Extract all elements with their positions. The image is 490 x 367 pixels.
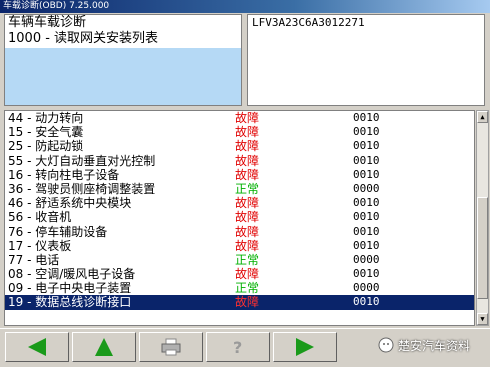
module-status: 故障	[235, 139, 260, 154]
header-blue-area	[5, 48, 241, 105]
module-name: 76 - 停车辅助设备	[8, 224, 108, 239]
module-status: 故障	[235, 153, 260, 168]
module-status: 故障	[235, 210, 260, 225]
header-info-panel: 车辆车载诊断 1000 - 读取网关安装列表	[4, 14, 242, 106]
module-status: 正常	[235, 281, 260, 296]
table-row[interactable]: 25 - 防起动锁 故障 0010	[5, 139, 474, 153]
table-row[interactable]: 77 - 电话 正常 0000	[5, 253, 474, 267]
header-title: 车辆车载诊断	[8, 15, 87, 30]
module-code: 0010	[353, 210, 380, 224]
module-name: 16 - 转向柱电子设备	[8, 167, 120, 182]
table-row[interactable]: 76 - 停车辅助设备 故障 0010	[5, 225, 474, 239]
module-code: 0010	[353, 267, 380, 281]
table-row[interactable]: 09 - 电子中央电子装置 正常 0000	[5, 281, 474, 295]
module-status: 故障	[235, 238, 260, 253]
arrow-up-icon	[95, 338, 113, 356]
vin-panel: LFV3A23C6A3012271	[247, 14, 485, 106]
watermark: 楚安汽车资料	[378, 335, 470, 355]
scroll-down-icon[interactable]: ▼	[477, 313, 488, 325]
module-name: 46 - 舒适系统中央模块	[8, 196, 132, 211]
table-row[interactable]: 46 - 舒适系统中央模块 故障 0010	[5, 196, 474, 210]
scroll-up-icon[interactable]: ▲	[477, 111, 488, 123]
module-code: 0010	[353, 153, 380, 167]
module-status: 正常	[235, 252, 260, 267]
module-code: 0010	[353, 167, 380, 181]
module-name: 77 - 电话	[8, 252, 60, 267]
table-row[interactable]: 15 - 安全气囊 故障 0010	[5, 125, 474, 139]
table-row[interactable]: 08 - 空调/暖风电子设备 故障 0010	[5, 267, 474, 281]
vin-number: LFV3A23C6A3012271	[252, 16, 365, 29]
module-code: 0000	[353, 252, 380, 266]
module-name: 15 - 安全气囊	[8, 125, 84, 140]
module-code: 0000	[353, 281, 380, 295]
table-row[interactable]: 55 - 大灯自动垂直对光控制 故障 0010	[5, 154, 474, 168]
module-code: 0010	[353, 224, 380, 238]
module-status: 故障	[235, 196, 260, 211]
watermark-text: 楚安汽车资料	[398, 338, 471, 353]
module-name: 09 - 电子中央电子装置	[8, 281, 132, 296]
module-code: 0010	[353, 295, 380, 309]
module-status: 正常	[235, 181, 260, 196]
back-button[interactable]	[5, 332, 69, 362]
module-code: 0010	[353, 125, 380, 139]
module-name: 55 - 大灯自动垂直对光控制	[8, 153, 156, 168]
arrow-right-icon	[296, 338, 314, 356]
module-status: 故障	[235, 224, 260, 239]
table-row[interactable]: 16 - 转向柱电子设备 故障 0010	[5, 168, 474, 182]
svg-text:?: ?	[233, 338, 242, 357]
printer-icon	[161, 338, 181, 356]
scroll-thumb[interactable]	[477, 197, 488, 299]
list-scrollbar[interactable]: ▲ ▼	[476, 110, 489, 326]
wechat-icon	[378, 337, 394, 353]
module-code: 0010	[353, 139, 380, 153]
module-list[interactable]: 44 - 动力转向 故障 0010 15 - 安全气囊 故障 0010 25 - 防起动锁故…	[4, 110, 475, 326]
table-row[interactable]: 19 - 数据总线诊断接口 故障 0010	[5, 295, 474, 310]
module-status: 故障	[235, 295, 260, 310]
module-name: 36 - 驾驶员侧座椅调整装置	[8, 181, 156, 196]
module-name: 19 - 数据总线诊断接口	[8, 295, 132, 310]
module-code: 0010	[353, 196, 380, 210]
print-button[interactable]	[139, 332, 203, 362]
table-row[interactable]: 44 - 动力转向 故障 0010	[5, 111, 474, 125]
module-name: 08 - 空调/暖风电子设备	[8, 267, 136, 282]
help-button[interactable]: ?	[206, 332, 270, 362]
next-button[interactable]	[273, 332, 337, 362]
module-name: 25 - 防起动锁	[8, 139, 84, 154]
module-code: 0010	[353, 111, 380, 124]
header-function: 1000 - 读取网关安装列表	[8, 31, 159, 46]
module-status: 故障	[235, 267, 260, 282]
module-name: 17 - 仪表板	[8, 238, 72, 253]
module-name: 56 - 收音机	[8, 210, 72, 225]
table-row[interactable]: 17 - 仪表板 故障 0010	[5, 239, 474, 253]
arrow-left-icon	[28, 338, 46, 356]
table-row[interactable]: 56 - 收音机 故障 0010	[5, 210, 474, 224]
up-button[interactable]	[72, 332, 136, 362]
module-status: 故障	[235, 167, 260, 182]
module-code: 0010	[353, 238, 380, 252]
table-row[interactable]: 36 - 驾驶员侧座椅调整装置 正常 0000	[5, 182, 474, 196]
module-status: 故障	[235, 111, 260, 125]
module-name: 44 - 动力转向	[8, 111, 84, 125]
window-title: 车载诊断(OBD) 7.25.000	[0, 0, 490, 13]
module-status: 故障	[235, 125, 260, 140]
question-icon: ?	[233, 338, 242, 357]
module-code: 0000	[353, 181, 380, 195]
